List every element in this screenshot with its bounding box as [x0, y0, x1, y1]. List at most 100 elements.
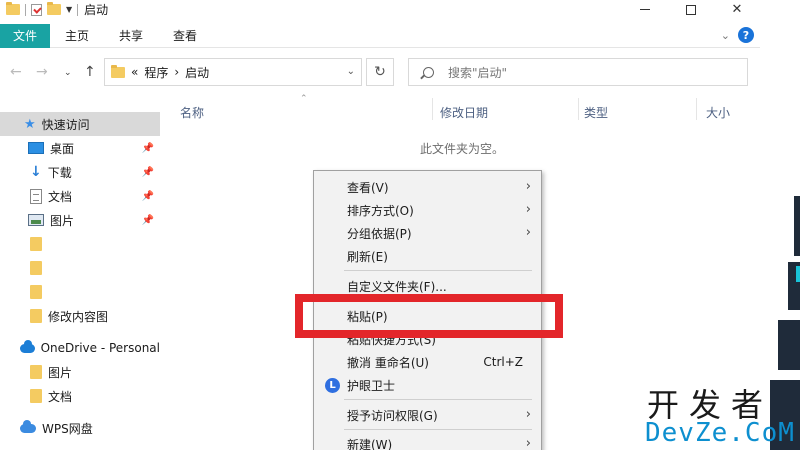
sidebar-item-label: 文档	[48, 189, 73, 204]
new-folder-icon[interactable]	[47, 2, 61, 15]
submenu-arrow-icon: ›	[525, 407, 531, 422]
sidebar-item-wps-drive[interactable]: WPS网盘	[0, 416, 160, 440]
empty-folder-message: 此文件夹为空。	[420, 142, 505, 156]
cloud-icon	[20, 419, 36, 433]
sidebar-item-pictures[interactable]: 图片 📌	[0, 208, 160, 232]
sidebar-item-documents[interactable]: 文档 📌	[0, 184, 160, 208]
address-bar[interactable]: « 程序 › 启动 ⌄	[104, 58, 362, 86]
ribbon-right-controls: ⌄ ?	[721, 27, 754, 43]
column-divider[interactable]	[696, 98, 697, 120]
address-dropdown-chevron-icon[interactable]: ⌄	[347, 66, 355, 77]
help-icon[interactable]: ?	[738, 27, 754, 43]
menu-item-shortcut: Ctrl+Z	[483, 355, 523, 369]
menu-item-undo-rename[interactable]: 撤消 重命名(U) Ctrl+Z	[314, 351, 541, 373]
background-shape	[794, 196, 800, 256]
menu-item-grant-access[interactable]: 授予访问权限(G) ›	[314, 404, 541, 426]
pin-icon: 📌	[141, 190, 154, 202]
tab-share[interactable]: 共享	[104, 24, 158, 48]
menu-item-label: 排序方式(O)	[347, 203, 414, 218]
menu-item-eye-guard[interactable]: L 护眼卫士	[314, 374, 541, 396]
sidebar-item-label: 修改内容图	[48, 309, 109, 324]
menu-item-label: 新建(W)	[347, 437, 393, 450]
sort-ascending-icon: ⌃	[300, 94, 308, 104]
window-title: 启动	[84, 3, 109, 17]
back-arrow-icon[interactable]: ←	[10, 64, 22, 80]
sidebar-item-modify-content-image[interactable]: 修改内容图	[0, 304, 160, 328]
menu-item-new[interactable]: 新建(W) ›	[314, 433, 541, 450]
sidebar-item-quick-access[interactable]: ★ 快速访问	[0, 112, 160, 136]
breadcrumb-programs[interactable]: 程序	[144, 64, 168, 81]
menu-separator	[344, 429, 532, 430]
sidebar-item-onedrive-pictures[interactable]: 图片	[0, 360, 160, 384]
menu-item-label: 授予访问权限(G)	[347, 408, 438, 423]
menu-item-view[interactable]: 查看(V) ›	[314, 176, 541, 198]
navigation-bar: ← → ⌄ ↑ « 程序 › 启动 ⌄ ↻ 搜索"启动"	[0, 56, 760, 88]
tab-view[interactable]: 查看	[158, 24, 212, 48]
background-shape	[796, 266, 800, 282]
eye-guard-icon: L	[325, 377, 340, 393]
sidebar-item-downloads[interactable]: ↓ 下载 📌	[0, 160, 160, 184]
breadcrumb-overflow[interactable]: «	[131, 65, 138, 79]
sidebar-item-label: 图片	[50, 213, 75, 228]
sidebar-item-folder[interactable]	[0, 256, 160, 280]
background-shape	[778, 320, 800, 370]
folder-icon	[30, 389, 42, 403]
tab-file[interactable]: 文件	[0, 23, 51, 48]
sidebar-item-folder[interactable]	[0, 280, 160, 304]
refresh-button[interactable]: ↻	[366, 58, 394, 86]
annotation-highlight-box	[295, 294, 563, 338]
forward-arrow-icon[interactable]: →	[36, 64, 48, 80]
sidebar-item-onedrive[interactable]: OneDrive - Personal	[0, 336, 160, 360]
pin-icon: 📌	[141, 214, 154, 226]
breadcrumb-separator[interactable]: ›	[174, 65, 179, 79]
menu-separator	[344, 270, 532, 271]
ribbon-tabs: 文件 主页 共享 查看 ⌄ ?	[0, 23, 760, 48]
folder-icon	[30, 237, 42, 251]
column-modified[interactable]: 修改日期	[440, 104, 488, 121]
sidebar-item-label: 快速访问	[41, 117, 90, 132]
submenu-arrow-icon: ›	[525, 179, 531, 194]
column-divider[interactable]	[432, 98, 433, 120]
file-explorer-window: ▼ 启动 ✕ 文件 主页 共享 查看 ⌄ ? ← → ⌄ ↑ « 程序 › 启动	[0, 0, 760, 450]
menu-item-label: 查看(V)	[347, 180, 389, 195]
column-header: ⌃ 名称 修改日期 类型 大小	[160, 94, 760, 124]
menu-item-label: 护眼卫士	[347, 378, 396, 393]
customize-toolbar-arrow-icon[interactable]: ▼	[66, 5, 72, 14]
folder-icon	[6, 2, 20, 15]
sidebar-item-onedrive-documents[interactable]: 文档	[0, 384, 160, 408]
column-name[interactable]: 名称	[180, 104, 204, 121]
menu-item-group-by[interactable]: 分组依据(P) ›	[314, 222, 541, 244]
column-size[interactable]: 大小	[706, 104, 730, 121]
expand-ribbon-chevron-icon[interactable]: ⌄	[721, 29, 730, 42]
sidebar-item-label: OneDrive - Personal	[40, 341, 160, 355]
toolbar-divider	[25, 3, 26, 16]
breadcrumb-startup[interactable]: 启动	[185, 64, 209, 81]
sidebar-item-label: WPS网盘	[42, 421, 93, 436]
menu-item-label: 撤消 重命名(U)	[347, 355, 429, 370]
sidebar-item-folder[interactable]	[0, 232, 160, 256]
picture-icon	[28, 214, 44, 226]
properties-icon[interactable]	[31, 3, 42, 16]
menu-separator	[344, 399, 532, 400]
sidebar-item-label: 文档	[48, 389, 73, 404]
cloud-icon	[20, 339, 35, 353]
sidebar-item-desktop[interactable]: 桌面 📌	[0, 136, 160, 160]
minimize-button[interactable]	[622, 0, 668, 19]
navigation-pane: ★ 快速访问 桌面 📌 ↓ 下载 📌 文档 📌 图片 📌 修改内容图 OneDr…	[0, 112, 160, 450]
maximize-icon	[686, 4, 696, 15]
search-input[interactable]: 搜索"启动"	[408, 58, 748, 86]
menu-item-refresh[interactable]: 刷新(E)	[314, 245, 541, 267]
tab-home[interactable]: 主页	[50, 24, 104, 48]
recent-locations-chevron-icon[interactable]: ⌄	[64, 68, 72, 78]
folder-icon	[30, 261, 42, 275]
menu-item-label: 刷新(E)	[347, 249, 388, 264]
close-button[interactable]: ✕	[714, 0, 760, 19]
up-arrow-icon[interactable]: ↑	[84, 64, 96, 80]
folder-icon	[111, 64, 125, 78]
menu-item-sort-by[interactable]: 排序方式(O) ›	[314, 199, 541, 221]
column-divider[interactable]	[578, 98, 579, 120]
column-type[interactable]: 类型	[584, 104, 608, 121]
document-icon	[30, 188, 42, 204]
minimize-icon	[640, 9, 650, 10]
maximize-button[interactable]	[668, 0, 714, 19]
